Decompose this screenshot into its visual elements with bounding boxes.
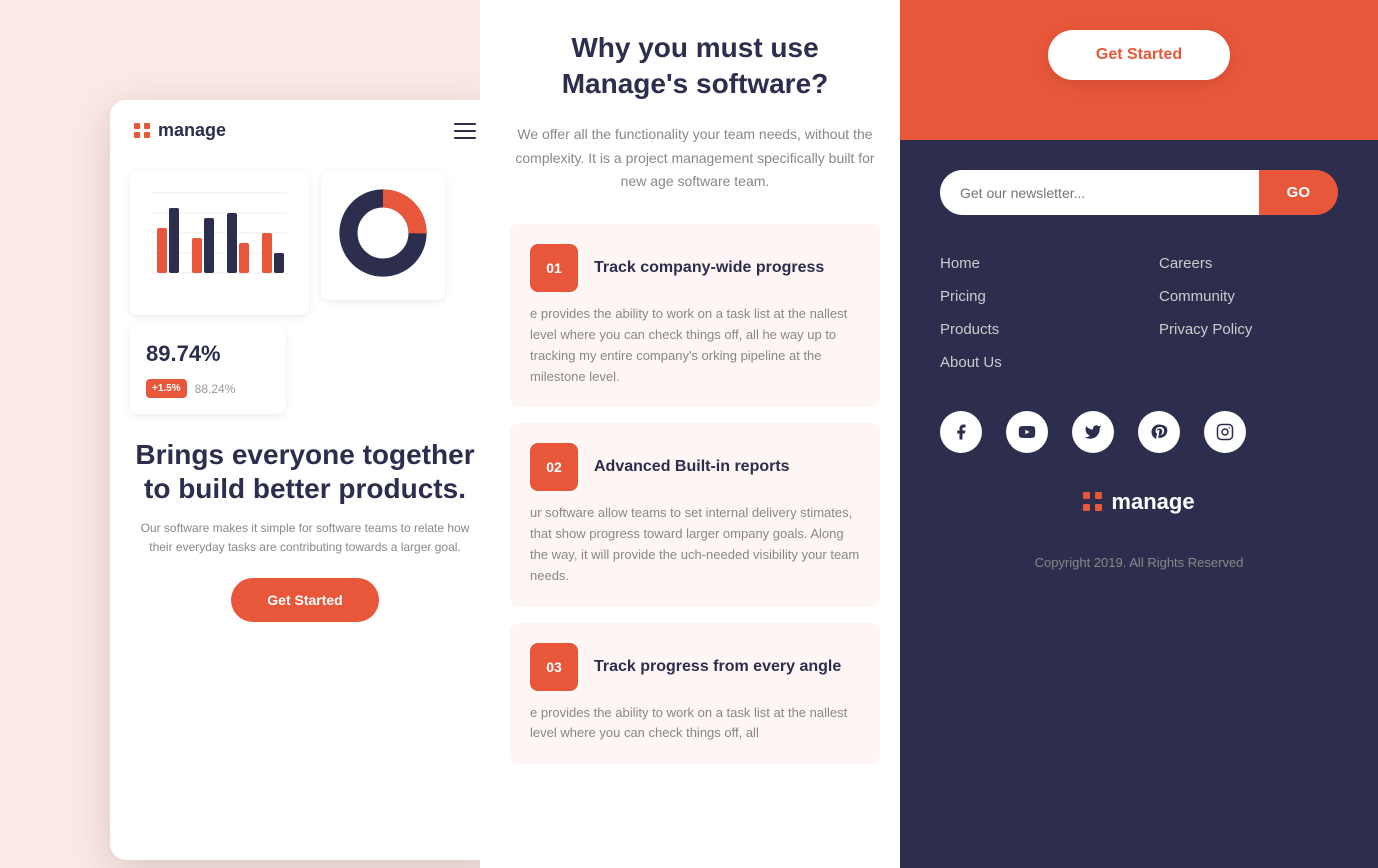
- newsletter-submit-button[interactable]: GO: [1259, 170, 1338, 215]
- section-desc: We offer all the functionality your team…: [510, 123, 880, 194]
- stats-card: 89.74% +1.5% 88.24%: [130, 325, 285, 414]
- nav-links: Home Careers Pricing Community Products …: [940, 255, 1338, 371]
- logo-dot: [144, 132, 150, 138]
- newsletter-form: GO: [940, 170, 1338, 215]
- instagram-icon[interactable]: [1204, 411, 1246, 453]
- facebook-icon[interactable]: [940, 411, 982, 453]
- section-title: Why you must use Manage's software?: [510, 30, 880, 103]
- footer-logo-dot: [1095, 504, 1102, 511]
- mobile-cta-button[interactable]: Get Started: [231, 578, 378, 622]
- middle-content: Why you must use Manage's software? We o…: [480, 0, 910, 810]
- nav-link-products[interactable]: Products: [940, 321, 1119, 338]
- logo-dot: [134, 123, 140, 129]
- newsletter-section: GO Home Careers Pricing Community Produc…: [900, 140, 1378, 600]
- footer-logo-dots-icon: [1083, 492, 1103, 512]
- nav-link-careers[interactable]: Careers: [1159, 255, 1338, 272]
- feature-desc-2: ur software allow teams to set internal …: [530, 503, 860, 586]
- feature-desc-1: e provides the ability to work on a task…: [530, 304, 860, 387]
- mobile-logo: manage: [134, 120, 226, 141]
- hero-subtitle: Our software makes it simple for softwar…: [134, 519, 476, 557]
- bar-chart-card: [130, 171, 309, 315]
- bar-chart-svg: [142, 183, 297, 298]
- feature-item-1: 01 Track company-wide progress e provide…: [510, 224, 880, 407]
- mobile-card: manage: [110, 100, 500, 860]
- cta-section: Get Started: [900, 0, 1378, 140]
- hamburger-line: [454, 123, 476, 125]
- donut-chart-svg: [333, 183, 433, 283]
- footer-logo: manage: [1083, 489, 1194, 515]
- stat-percentage: 89.74%: [146, 341, 269, 367]
- feature-title-3: Track progress from every angle: [594, 658, 841, 676]
- feature-header-2: 02 Advanced Built-in reports: [530, 443, 860, 491]
- footer-logo-dot: [1095, 492, 1102, 499]
- left-panel: manage: [0, 0, 510, 868]
- feature-num-1: 01: [530, 244, 578, 292]
- logo-label: manage: [158, 120, 226, 141]
- feature-title-2: Advanced Built-in reports: [594, 458, 790, 476]
- logo-dot: [134, 132, 140, 138]
- feature-header-1: 01 Track company-wide progress: [530, 244, 860, 292]
- stats-section: 89.74% +1.5% 88.24%: [130, 325, 480, 414]
- feature-item-3: 03 Track progress from every angle e pro…: [510, 623, 880, 765]
- cta-button[interactable]: Get Started: [1048, 30, 1230, 80]
- hamburger-line: [454, 137, 476, 139]
- hamburger-line: [454, 130, 476, 132]
- middle-panel: Why you must use Manage's software? We o…: [480, 0, 910, 868]
- social-icons-row: [940, 411, 1338, 453]
- feature-title-1: Track company-wide progress: [594, 259, 824, 277]
- hero-title: Brings everyone together to build better…: [134, 438, 476, 505]
- nav-link-community[interactable]: Community: [1159, 288, 1338, 305]
- logo-dots-icon: [134, 123, 150, 139]
- footer-logo-label: manage: [1111, 489, 1194, 515]
- hamburger-menu[interactable]: [454, 123, 476, 139]
- nav-link-pricing[interactable]: Pricing: [940, 288, 1119, 305]
- footer-logo-dot: [1083, 492, 1090, 499]
- donut-chart-card: [321, 171, 445, 300]
- nav-link-privacy[interactable]: Privacy Policy: [1159, 321, 1338, 338]
- footer-logo-dot: [1083, 504, 1090, 511]
- charts-area: [110, 161, 500, 325]
- pinterest-icon[interactable]: [1138, 411, 1180, 453]
- nav-link-home[interactable]: Home: [940, 255, 1119, 272]
- hero-section: Brings everyone together to build better…: [110, 414, 500, 638]
- feature-header-3: 03 Track progress from every angle: [530, 643, 860, 691]
- logo-dot: [144, 123, 150, 129]
- stat-secondary: 88.24%: [195, 382, 236, 396]
- youtube-icon[interactable]: [1006, 411, 1048, 453]
- mobile-header: manage: [110, 100, 500, 161]
- stat-row: +1.5% 88.24%: [146, 379, 269, 398]
- right-panel: Get Started GO Home Careers Pricing Comm…: [900, 0, 1378, 868]
- feature-num-3: 03: [530, 643, 578, 691]
- feature-item-2: 02 Advanced Built-in reports ur software…: [510, 423, 880, 606]
- stat-badge: +1.5%: [146, 379, 187, 398]
- twitter-icon[interactable]: [1072, 411, 1114, 453]
- copyright-text: Copyright 2019. All Rights Reserved: [940, 555, 1338, 570]
- footer-logo-area: manage: [940, 489, 1338, 535]
- feature-desc-3: e provides the ability to work on a task…: [530, 703, 860, 745]
- newsletter-input[interactable]: [940, 170, 1259, 215]
- nav-link-about[interactable]: About Us: [940, 354, 1119, 371]
- feature-num-2: 02: [530, 443, 578, 491]
